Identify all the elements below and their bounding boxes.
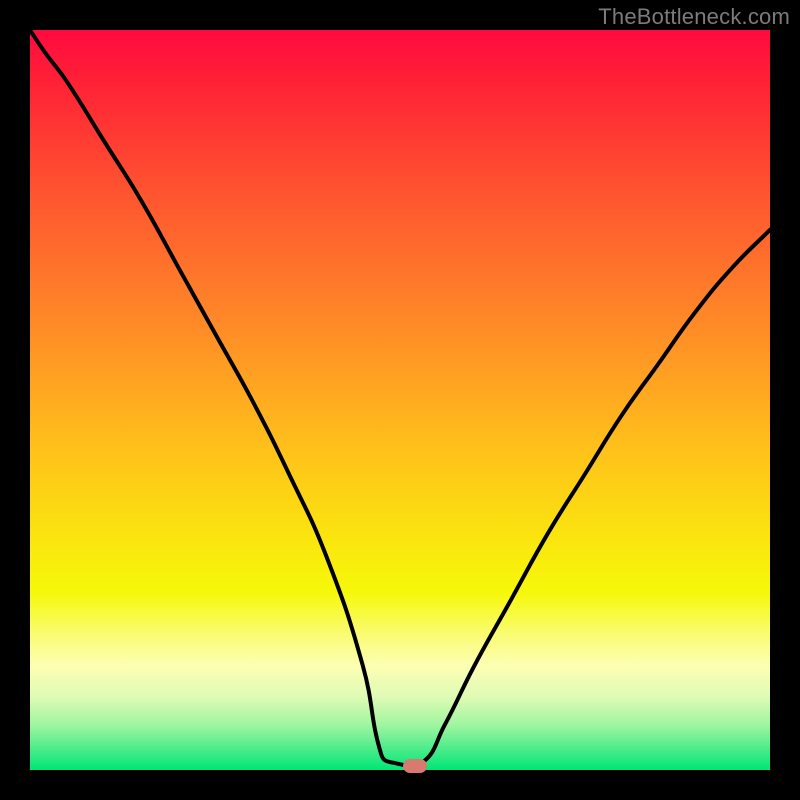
bottleneck-curve-path (30, 30, 770, 766)
optimum-marker (403, 759, 427, 773)
chart-frame: TheBottleneck.com (0, 0, 800, 800)
curve-svg (30, 30, 770, 770)
plot-area (30, 30, 770, 770)
watermark-text: TheBottleneck.com (598, 4, 790, 30)
